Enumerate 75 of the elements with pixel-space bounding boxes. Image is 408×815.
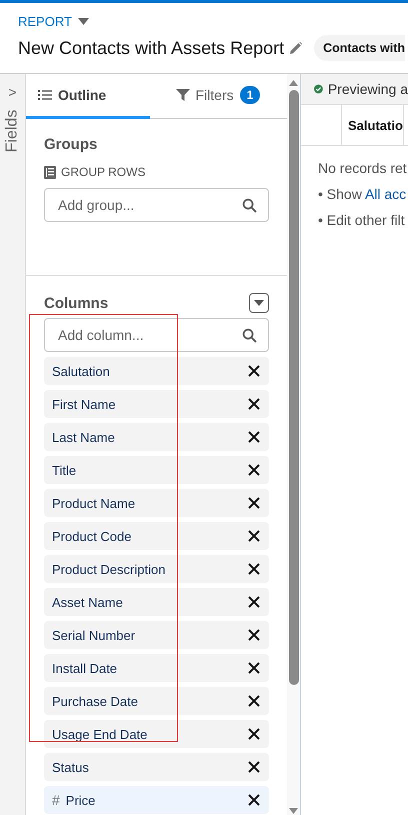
remove-icon[interactable]: [248, 431, 260, 443]
column-item[interactable]: Product Code: [44, 522, 269, 550]
report-title: New Contacts with Assets Report: [18, 38, 284, 58]
remove-icon[interactable]: [248, 398, 260, 410]
search-icon: [242, 328, 257, 343]
check-icon: [314, 82, 323, 96]
column-header: Salutatio: [342, 105, 404, 145]
remove-icon[interactable]: [248, 695, 260, 707]
all-link[interactable]: All acc: [364, 186, 406, 202]
section-heading: Groups: [44, 136, 98, 153]
scrollbar[interactable]: [287, 74, 301, 815]
remove-icon[interactable]: [248, 761, 260, 773]
remove-icon[interactable]: [248, 794, 260, 806]
panel-tab[interactable]: Filters 1: [150, 74, 287, 119]
list-icon: [38, 89, 52, 101]
column-label: Usage End Date: [52, 726, 148, 742]
hint-text: • Edit other filt: [317, 211, 406, 228]
funnel-icon: [176, 88, 190, 102]
column-label: Product Code: [52, 528, 132, 544]
remove-icon[interactable]: [248, 365, 260, 377]
hint-text: • Show All acc: [317, 185, 408, 202]
column-item[interactable]: # Price: [44, 786, 269, 814]
column-label: Product Description: [52, 562, 166, 576]
column-item[interactable]: Title: [44, 456, 269, 484]
report-type-pill: Contacts with: [314, 35, 406, 61]
column-item[interactable]: Serial Number: [44, 621, 269, 649]
remove-icon[interactable]: [248, 629, 260, 641]
rows-icon: [44, 166, 56, 178]
column-label: Serial Number: [52, 628, 136, 642]
column-label: Install Date: [52, 660, 118, 676]
scroll-up-icon[interactable]: [289, 80, 298, 86]
column-item[interactable]: First Name: [44, 390, 269, 418]
column-label: Status: [52, 760, 90, 774]
column-label: Product Name: [52, 496, 136, 510]
column-label: Title: [52, 462, 78, 478]
column-label: Asset Name: [52, 594, 124, 610]
column-item[interactable]: Salutation: [44, 357, 269, 385]
count-badge: 1: [240, 86, 260, 104]
add-group-field[interactable]: Add group...: [44, 188, 269, 222]
dropdown-button[interactable]: [249, 293, 269, 313]
column-item[interactable]: Status: [44, 753, 269, 781]
column-item[interactable]: Install Date: [44, 654, 269, 682]
remove-icon[interactable]: [248, 563, 260, 575]
remove-icon[interactable]: [248, 497, 260, 509]
column-label: Price: [66, 792, 96, 808]
search-icon: [242, 198, 257, 213]
remove-icon[interactable]: [248, 464, 260, 476]
expand-arrow[interactable]: >: [8, 84, 17, 100]
remove-icon[interactable]: [248, 662, 260, 674]
empty-message: No records ret: [317, 159, 408, 176]
column-item[interactable]: Purchase Date: [44, 687, 269, 715]
caret-icon[interactable]: [78, 18, 89, 24]
remove-icon[interactable]: [248, 596, 260, 608]
remove-icon[interactable]: [248, 728, 260, 740]
column-item[interactable]: Product Name: [44, 489, 269, 517]
preview-status: Previewing a: [328, 81, 408, 97]
column-label: Purchase Date: [52, 694, 139, 708]
add-column-field[interactable]: Add column...: [44, 318, 269, 352]
number-type-icon: #: [52, 792, 60, 808]
column-label: First Name: [52, 396, 117, 412]
column-item[interactable]: Usage End Date: [44, 720, 269, 748]
panel-tab[interactable]: Outline: [26, 74, 150, 119]
column-label: Last Name: [52, 430, 116, 444]
remove-icon[interactable]: [248, 530, 260, 542]
group-rows-label: GROUP ROWS: [61, 165, 146, 179]
column-item[interactable]: Last Name: [44, 423, 269, 451]
caret-icon: [254, 300, 264, 306]
fields-toggle[interactable]: Fields: [4, 110, 22, 152]
column-item[interactable]: Product Description: [44, 555, 269, 583]
scroll-down-icon[interactable]: [289, 808, 298, 814]
column-item[interactable]: Asset Name: [44, 588, 269, 616]
section-heading: Columns: [44, 294, 108, 312]
object-type-label: REPORT: [18, 14, 72, 28]
pencil-icon[interactable]: [290, 42, 302, 54]
column-label: Salutation: [52, 364, 111, 378]
